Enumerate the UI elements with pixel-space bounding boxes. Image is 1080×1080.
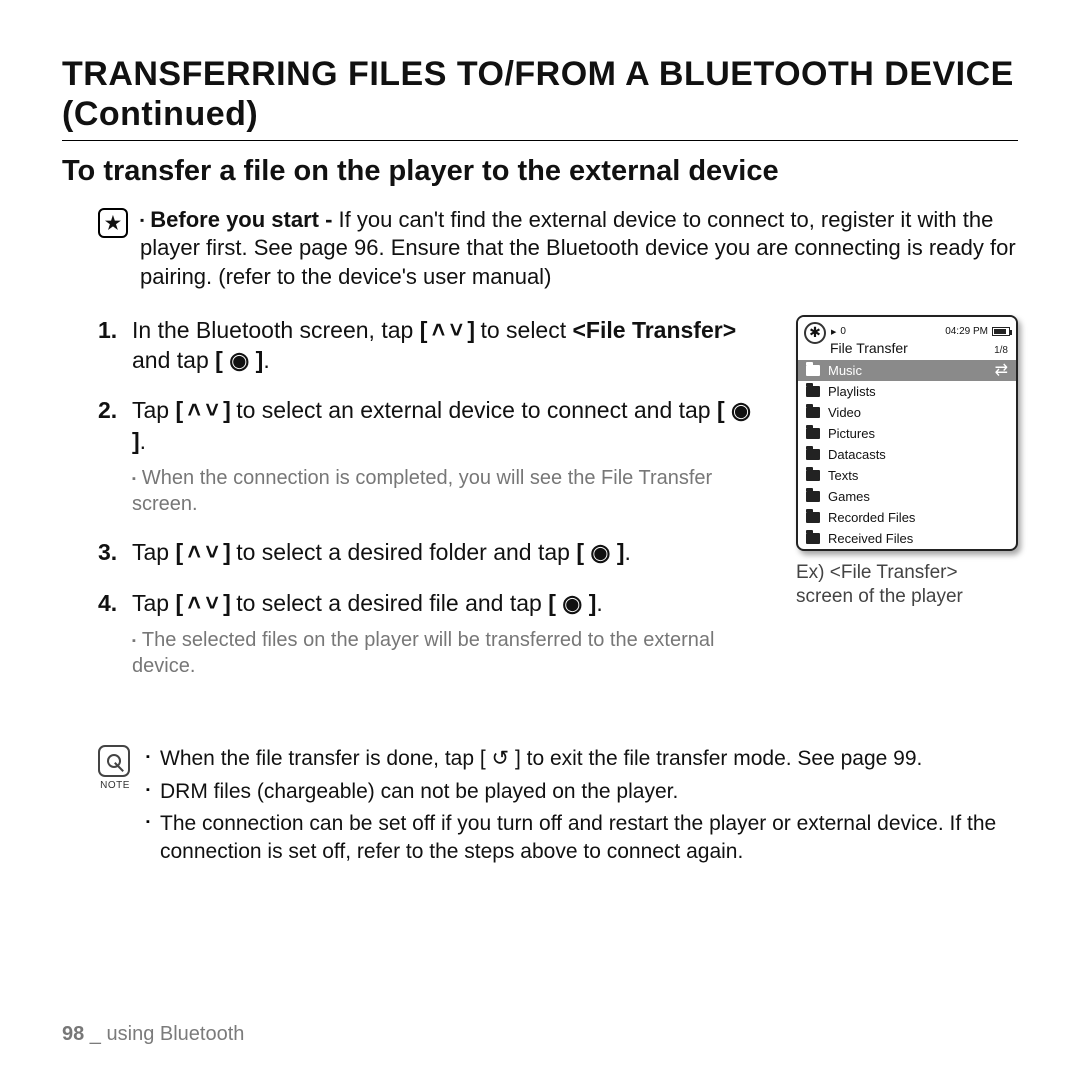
device-screenshot: ✱ ▶ 0 04:29 PM File Transfer 1/8 Music ⇄ P…	[796, 315, 1018, 551]
list-item-label: Recorded Files	[828, 510, 915, 525]
folder-icon	[806, 386, 820, 397]
folder-icon	[806, 449, 820, 460]
device-caption: Ex) <File Transfer> screen of the player	[796, 561, 1018, 610]
tip-text: ▪Before you start - If you can't find th…	[140, 206, 1018, 290]
list-item-label: Music	[828, 363, 862, 378]
bluetooth-icon: ✱	[804, 322, 826, 344]
battery-icon	[992, 327, 1010, 336]
list-item: Video	[798, 402, 1016, 423]
list-item-label: Video	[828, 405, 861, 420]
list-item: Received Files	[798, 528, 1016, 549]
step-3: Tap [ ˄ ˅ ] to select a desired folder a…	[98, 537, 770, 567]
list-item-label: Pictures	[828, 426, 875, 441]
step-2-note: ▪When the connection is completed, you w…	[132, 466, 770, 517]
step-1: In the Bluetooth screen, tap [ ˄ ˅ ] to …	[98, 315, 770, 376]
page-title: TRANSFERRING FILES TO/FROM A BLUETOOTH D…	[62, 54, 1018, 141]
transfer-icon: ⇄	[995, 360, 1008, 380]
steps-list: In the Bluetooth screen, tap [ ˄ ˅ ] to …	[62, 315, 770, 680]
folder-icon	[806, 428, 820, 439]
note-block: NOTE When the file transfer is done, tap…	[62, 745, 1018, 870]
list-item-label: Games	[828, 489, 870, 504]
step-4: Tap [ ˄ ˅ ] to select a desired file and…	[98, 588, 770, 680]
list-item: Music ⇄	[798, 360, 1016, 381]
note-icon	[98, 745, 130, 777]
folder-icon	[806, 407, 820, 418]
step-2: Tap [ ˄ ˅ ] to select an external device…	[98, 395, 770, 517]
list-item: Datacasts	[798, 444, 1016, 465]
step-4-note: ▪The selected files on the player will b…	[132, 628, 770, 679]
list-item: Games	[798, 486, 1016, 507]
list-item: Playlists	[798, 381, 1016, 402]
list-item-label: Received Files	[828, 531, 913, 546]
list-item-label: Playlists	[828, 384, 876, 399]
screen-title: File Transfer	[830, 340, 908, 356]
list-item: Pictures	[798, 423, 1016, 444]
list-item-label: Datacasts	[828, 447, 886, 462]
star-icon: ★	[98, 208, 128, 238]
note-1: When the file transfer is done, tap [ ↺ …	[146, 745, 1018, 773]
folder-icon	[806, 491, 820, 502]
folder-icon	[806, 533, 820, 544]
note-3: The connection can be set off if you tur…	[146, 810, 1018, 867]
before-you-start: ★ ▪Before you start - If you can't find …	[62, 206, 1018, 290]
note-2: DRM files (chargeable) can not be played…	[146, 778, 1018, 806]
device-list: Music ⇄ Playlists Video Pictures Datacasts Tex…	[798, 360, 1016, 549]
folder-icon	[806, 365, 820, 376]
folder-icon	[806, 512, 820, 523]
screen-count: 1/8	[994, 345, 1008, 356]
section-title: To transfer a file on the player to the …	[62, 155, 1018, 188]
status-bar: ▶ 0	[831, 326, 846, 337]
note-label: NOTE	[98, 780, 132, 791]
page-footer: 98 _ using Bluetooth	[62, 1023, 244, 1046]
status-counter: 0	[840, 326, 846, 337]
list-item: Texts	[798, 465, 1016, 486]
play-icon: ▶	[831, 328, 836, 336]
footer-section: using Bluetooth	[107, 1023, 245, 1045]
list-item-label: Texts	[828, 468, 858, 483]
page-number: 98	[62, 1023, 84, 1045]
status-time: 04:29 PM	[945, 326, 988, 337]
list-item: Recorded Files	[798, 507, 1016, 528]
folder-icon	[806, 470, 820, 481]
